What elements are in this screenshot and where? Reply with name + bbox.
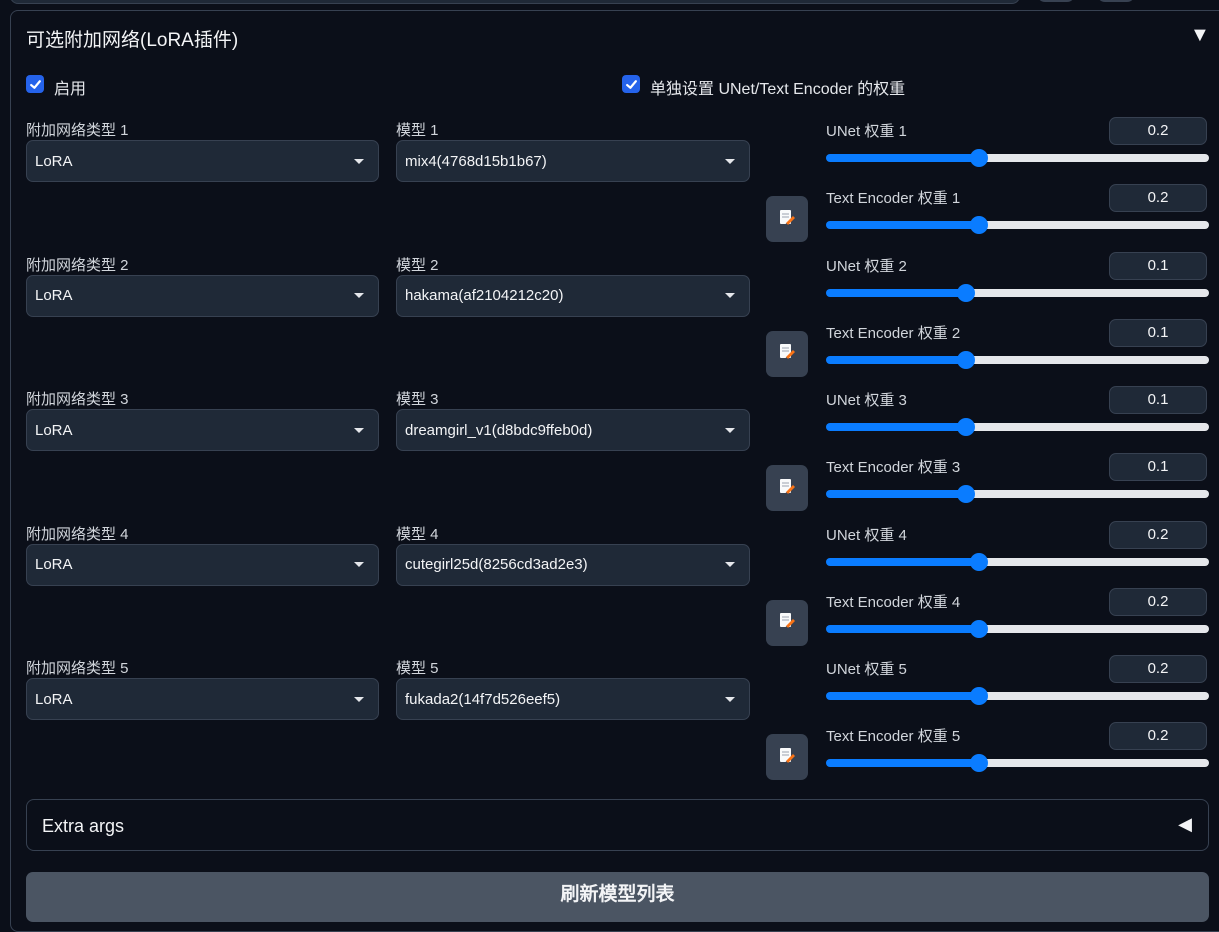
- chevron-down-icon: [725, 562, 735, 567]
- model-dropdown-5[interactable]: fukada2(14f7d526eef5): [396, 678, 750, 720]
- model-label-3: 模型 3: [396, 391, 439, 408]
- unet-weight-input-4[interactable]: 0.2: [1109, 520, 1207, 549]
- check-icon: [625, 79, 637, 89]
- top-button-1[interactable]: [1037, 0, 1075, 2]
- text-encoder-weight-slider-2-thumb[interactable]: [957, 350, 976, 369]
- unet-weight-slider-4[interactable]: [826, 557, 1209, 566]
- extra-args-label: Extra args: [42, 816, 125, 836]
- network-type-label-1: 附加网络类型 1: [26, 122, 129, 139]
- network-type-label-3: 附加网络类型 3: [26, 391, 129, 408]
- model-label-5: 模型 5: [396, 660, 439, 677]
- text-encoder-weight-slider-2[interactable]: [826, 355, 1209, 364]
- chevron-down-icon: [354, 427, 364, 433]
- edit-note-icon: [778, 208, 796, 231]
- text-encoder-weight-input-5[interactable]: 0.2: [1109, 722, 1207, 750]
- text-encoder-weight-slider-4[interactable]: [826, 624, 1209, 633]
- unet-weight-slider-1[interactable]: [826, 154, 1209, 162]
- network-type-dropdown-4[interactable]: LoRA: [26, 543, 379, 586]
- network-type-dropdown-1[interactable]: LoRA: [26, 140, 379, 182]
- network-type-dropdown-3[interactable]: LoRA: [26, 409, 379, 451]
- edit-model-button-4[interactable]: [766, 599, 808, 646]
- text-encoder-weight-input-1[interactable]: 0.2: [1109, 184, 1207, 212]
- text-encoder-weight-slider-5[interactable]: [826, 759, 1209, 767]
- unet-weight-label-1: UNet 权重 1: [826, 123, 907, 140]
- model-label-4: 模型 4: [396, 525, 439, 543]
- text-encoder-weight-label-5: Text Encoder 权重 5: [826, 728, 961, 745]
- text-encoder-weight-slider-1[interactable]: [826, 221, 1209, 229]
- model-label-2: 模型 2: [396, 256, 439, 274]
- enable-checkbox[interactable]: [26, 75, 44, 93]
- network-type-dropdown-5[interactable]: LoRA: [26, 678, 379, 720]
- unet-weight-input-1[interactable]: 0.2: [1109, 117, 1207, 145]
- unet-weight-slider-4-thumb[interactable]: [970, 552, 989, 571]
- text-encoder-weight-label-3: Text Encoder 权重 3: [826, 459, 961, 476]
- model-value: cutegirl25d(8256cd3ad2e3): [405, 556, 588, 573]
- unet-weight-label-4: UNet 权重 4: [826, 526, 907, 544]
- panel-title[interactable]: 可选附加网络(LoRA插件): [26, 25, 238, 52]
- model-dropdown-3[interactable]: dreamgirl_v1(d8bdc9ffeb0d): [396, 409, 750, 451]
- network-type-value: LoRA: [35, 421, 73, 439]
- unet-weight-input-3[interactable]: 0.1: [1109, 386, 1207, 414]
- edit-note-icon: [778, 746, 796, 769]
- network-type-value: LoRA: [35, 287, 73, 304]
- network-type-label-4: 附加网络类型 4: [26, 525, 129, 543]
- chevron-down-icon: [725, 158, 735, 164]
- text-encoder-weight-slider-3[interactable]: [826, 490, 1209, 498]
- top-input-field[interactable]: [10, 0, 1020, 4]
- text-encoder-weight-input-2[interactable]: 0.1: [1109, 318, 1207, 347]
- text-encoder-weight-slider-4-thumb[interactable]: [970, 619, 989, 638]
- enable-label: 启用: [54, 81, 87, 98]
- chevron-down-icon: [725, 427, 735, 433]
- extra-args-accordion[interactable]: Extra args ◀: [26, 799, 1209, 851]
- model-dropdown-2[interactable]: hakama(af2104212c20): [396, 274, 750, 317]
- text-encoder-weight-label-2: Text Encoder 权重 2: [826, 324, 961, 342]
- model-dropdown-1[interactable]: mix4(4768d15b1b67): [396, 140, 750, 182]
- unet-weight-label-3: UNet 权重 3: [826, 392, 907, 409]
- separate-weights-label: 单独设置 UNet/Text Encoder 的权重: [650, 81, 906, 98]
- chevron-down-icon: [354, 158, 364, 164]
- text-encoder-weight-label-1: Text Encoder 权重 1: [826, 190, 961, 207]
- edit-model-button-3[interactable]: [766, 465, 808, 511]
- model-value: dreamgirl_v1(d8bdc9ffeb0d): [405, 421, 593, 439]
- edit-model-button-5[interactable]: [766, 734, 808, 780]
- model-label-1: 模型 1: [396, 122, 439, 139]
- model-value: mix4(4768d15b1b67): [405, 152, 547, 170]
- chevron-down-icon: [725, 293, 735, 298]
- model-value: hakama(af2104212c20): [405, 287, 564, 304]
- check-icon: [29, 79, 41, 89]
- unet-weight-slider-5[interactable]: [826, 692, 1209, 700]
- network-type-value: LoRA: [35, 152, 73, 170]
- refresh-models-button[interactable]: 刷新模型列表: [26, 872, 1209, 922]
- chevron-down-icon: [354, 696, 364, 702]
- model-value: fukada2(14f7d526eef5): [405, 690, 561, 708]
- network-type-value: LoRA: [35, 690, 73, 708]
- edit-model-button-2[interactable]: [766, 330, 808, 377]
- edit-model-button-1[interactable]: [766, 196, 808, 242]
- text-encoder-weight-input-3[interactable]: 0.1: [1109, 453, 1207, 481]
- unet-weight-slider-2[interactable]: [826, 288, 1209, 297]
- unet-weight-slider-3[interactable]: [826, 423, 1209, 431]
- network-type-dropdown-2[interactable]: LoRA: [26, 274, 379, 317]
- unet-weight-input-2[interactable]: 0.1: [1109, 251, 1207, 280]
- unet-weight-label-2: UNet 权重 2: [826, 257, 907, 275]
- top-button-2[interactable]: [1097, 0, 1135, 2]
- network-type-label-5: 附加网络类型 5: [26, 660, 129, 677]
- chevron-down-icon: [725, 696, 735, 702]
- text-encoder-weight-label-4: Text Encoder 权重 4: [826, 593, 961, 611]
- unet-weight-input-5[interactable]: 0.2: [1109, 655, 1207, 683]
- text-encoder-weight-input-4[interactable]: 0.2: [1109, 587, 1207, 616]
- triangle-down-icon[interactable]: ▼: [1190, 24, 1210, 47]
- network-type-value: LoRA: [35, 556, 73, 573]
- chevron-down-icon: [354, 562, 364, 567]
- separate-weights-checkbox[interactable]: [622, 75, 640, 93]
- unet-weight-slider-2-thumb[interactable]: [957, 283, 976, 302]
- chevron-down-icon: [354, 293, 364, 298]
- network-type-label-2: 附加网络类型 2: [26, 256, 129, 274]
- unet-weight-label-5: UNet 权重 5: [826, 661, 907, 678]
- triangle-left-icon: ◀: [1178, 814, 1192, 834]
- edit-note-icon: [778, 477, 796, 500]
- edit-note-icon: [778, 342, 796, 365]
- model-dropdown-4[interactable]: cutegirl25d(8256cd3ad2e3): [396, 543, 750, 586]
- edit-note-icon: [778, 611, 796, 634]
